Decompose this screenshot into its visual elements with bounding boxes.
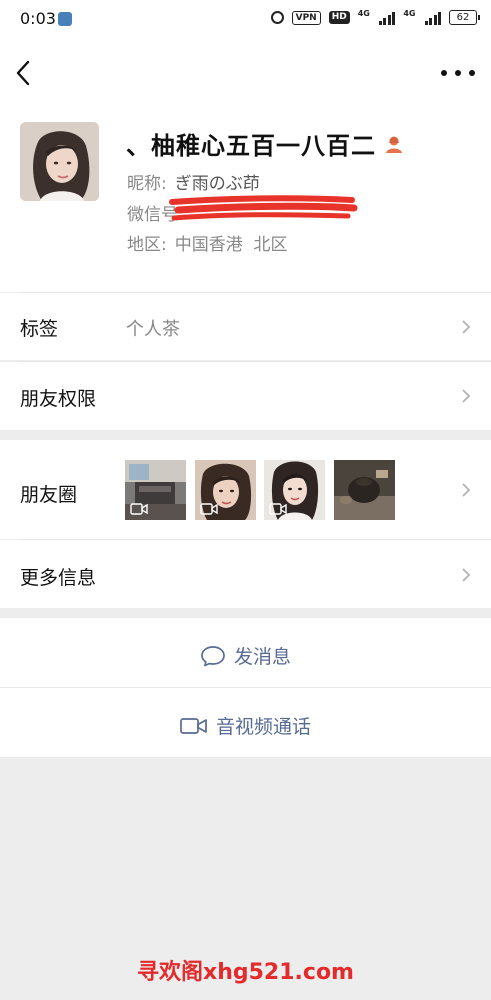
tags-row[interactable]: 标签 个人茶	[0, 293, 491, 360]
network-type-label-2: 4G	[403, 9, 416, 18]
send-message-content: 发消息	[0, 642, 491, 669]
video-camera-icon	[180, 718, 207, 734]
video-icon	[130, 503, 148, 515]
back-button[interactable]	[10, 56, 40, 90]
app-notification-icon	[58, 12, 72, 26]
more-info-row[interactable]: 更多信息	[0, 540, 491, 608]
signal-icon-2	[424, 11, 441, 25]
send-message-button[interactable]: 发消息	[0, 618, 491, 687]
send-message-label: 发消息	[233, 646, 291, 668]
profile-card: 、柚稚心五百一八百二 昵称: ぎ雨のぶ茚 微信号: 地区: 中国香港 北区	[0, 106, 491, 292]
nickname-label: 昵称:	[127, 174, 167, 194]
ellipsis-icon	[441, 70, 447, 76]
moments-label: 朋友圈	[20, 484, 78, 506]
region-label: 地区:	[127, 235, 167, 255]
top-bar	[0, 40, 491, 106]
network-type-label: 4G	[357, 9, 370, 18]
video-icon	[200, 503, 218, 515]
av-call-label: 音视频通话	[215, 716, 311, 738]
chevron-left-icon	[16, 60, 30, 86]
av-call-button[interactable]: 音视频通话	[0, 688, 491, 757]
friend-permissions-row[interactable]: 朋友权限	[0, 362, 491, 430]
tags-label: 标签	[20, 318, 59, 340]
moment-thumbnail[interactable]	[334, 460, 395, 520]
battery-icon: 62	[449, 10, 480, 25]
contact-name: 、柚稚心五百一八百二	[126, 132, 376, 160]
more-button[interactable]	[441, 64, 475, 82]
vpn-badge: VPN	[291, 10, 321, 25]
chevron-right-icon	[462, 389, 471, 403]
moment-thumbnail[interactable]	[264, 460, 325, 520]
section-gap	[0, 608, 491, 618]
signal-icon	[378, 11, 396, 25]
section-gap	[0, 430, 491, 440]
avatar[interactable]	[20, 122, 99, 201]
alarm-icon	[270, 11, 284, 24]
female-user-icon	[386, 136, 402, 153]
moment-thumbnail[interactable]	[125, 460, 186, 520]
more-info-label: 更多信息	[20, 567, 97, 589]
status-indicators: VPN HD 4G 4G 62	[270, 9, 480, 25]
status-time: 0:03	[20, 9, 56, 28]
av-call-content: 音视频通话	[0, 712, 491, 739]
chevron-right-icon	[462, 320, 471, 334]
status-bar: 0:03 VPN HD 4G 4G 62	[0, 0, 491, 40]
name-row: 、柚稚心五百一八百二	[126, 126, 404, 161]
nickname-line: 昵称: ぎ雨のぶ茚	[127, 169, 260, 194]
region-line: 地区: 中国香港 北区	[127, 230, 288, 255]
friend-permissions-label: 朋友权限	[20, 388, 97, 410]
chevron-right-icon	[462, 568, 471, 582]
chat-bubble-icon	[201, 646, 225, 667]
moment-thumbnail[interactable]	[195, 460, 256, 520]
redaction-scribble	[169, 195, 358, 221]
nickname-value: ぎ雨のぶ茚	[174, 174, 260, 194]
watermark-text: 寻欢阁xhg521.com	[137, 960, 354, 985]
region-value: 中国香港 北区	[174, 235, 288, 255]
video-icon	[269, 503, 287, 515]
tags-value: 个人茶	[126, 319, 180, 340]
chevron-right-icon	[462, 483, 471, 497]
hd-badge: HD	[328, 11, 350, 24]
